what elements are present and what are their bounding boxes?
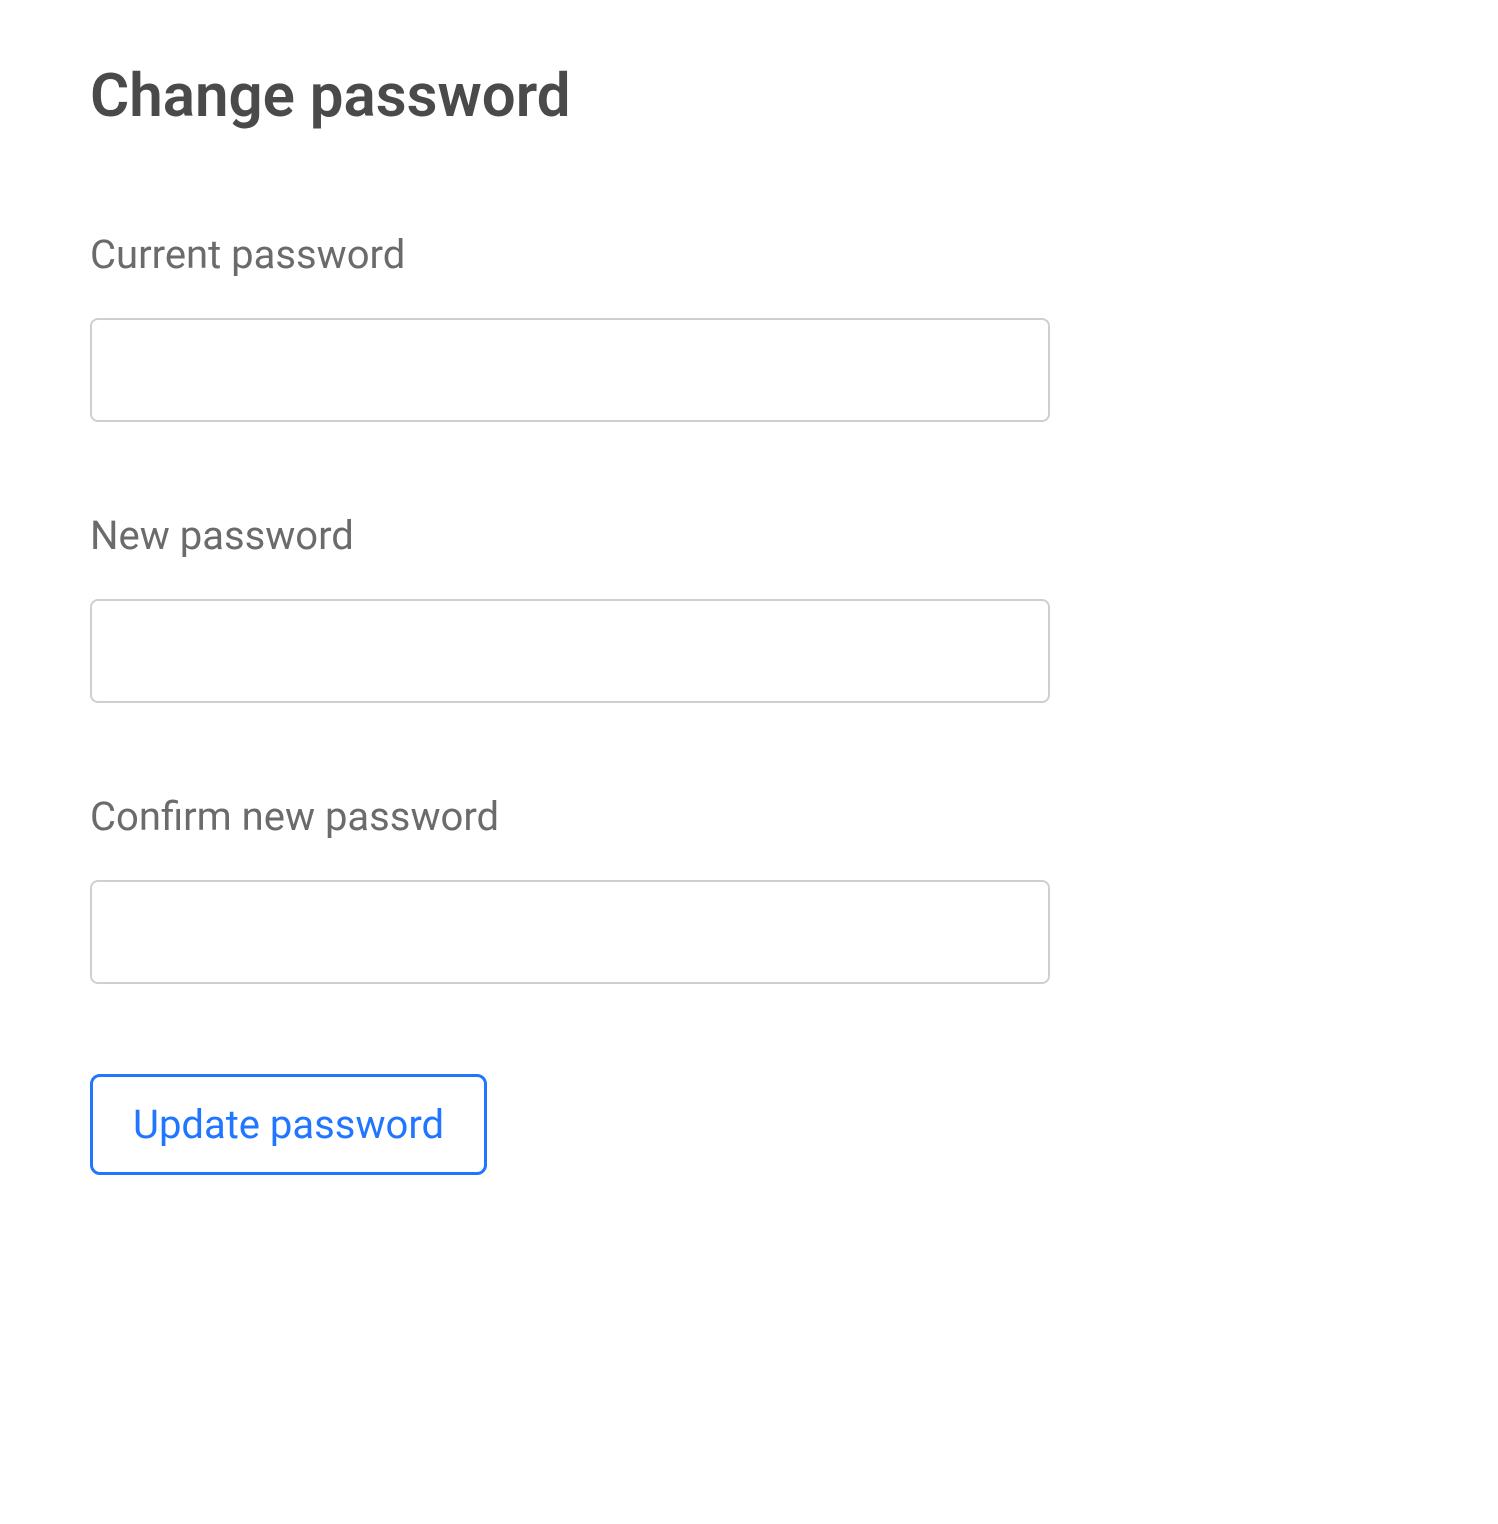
- current-password-input[interactable]: [90, 318, 1050, 422]
- page-title: Change password: [90, 60, 1408, 131]
- new-password-label: New password: [90, 512, 1408, 559]
- current-password-group: Current password: [90, 231, 1408, 422]
- new-password-group: New password: [90, 512, 1408, 703]
- confirm-password-input[interactable]: [90, 880, 1050, 984]
- current-password-label: Current password: [90, 231, 1408, 278]
- change-password-form: Current password New password Confirm ne…: [90, 231, 1408, 1175]
- confirm-password-group: Confirm new password: [90, 793, 1408, 984]
- update-password-button[interactable]: Update password: [90, 1074, 487, 1175]
- new-password-input[interactable]: [90, 599, 1050, 703]
- confirm-password-label: Confirm new password: [90, 793, 1408, 840]
